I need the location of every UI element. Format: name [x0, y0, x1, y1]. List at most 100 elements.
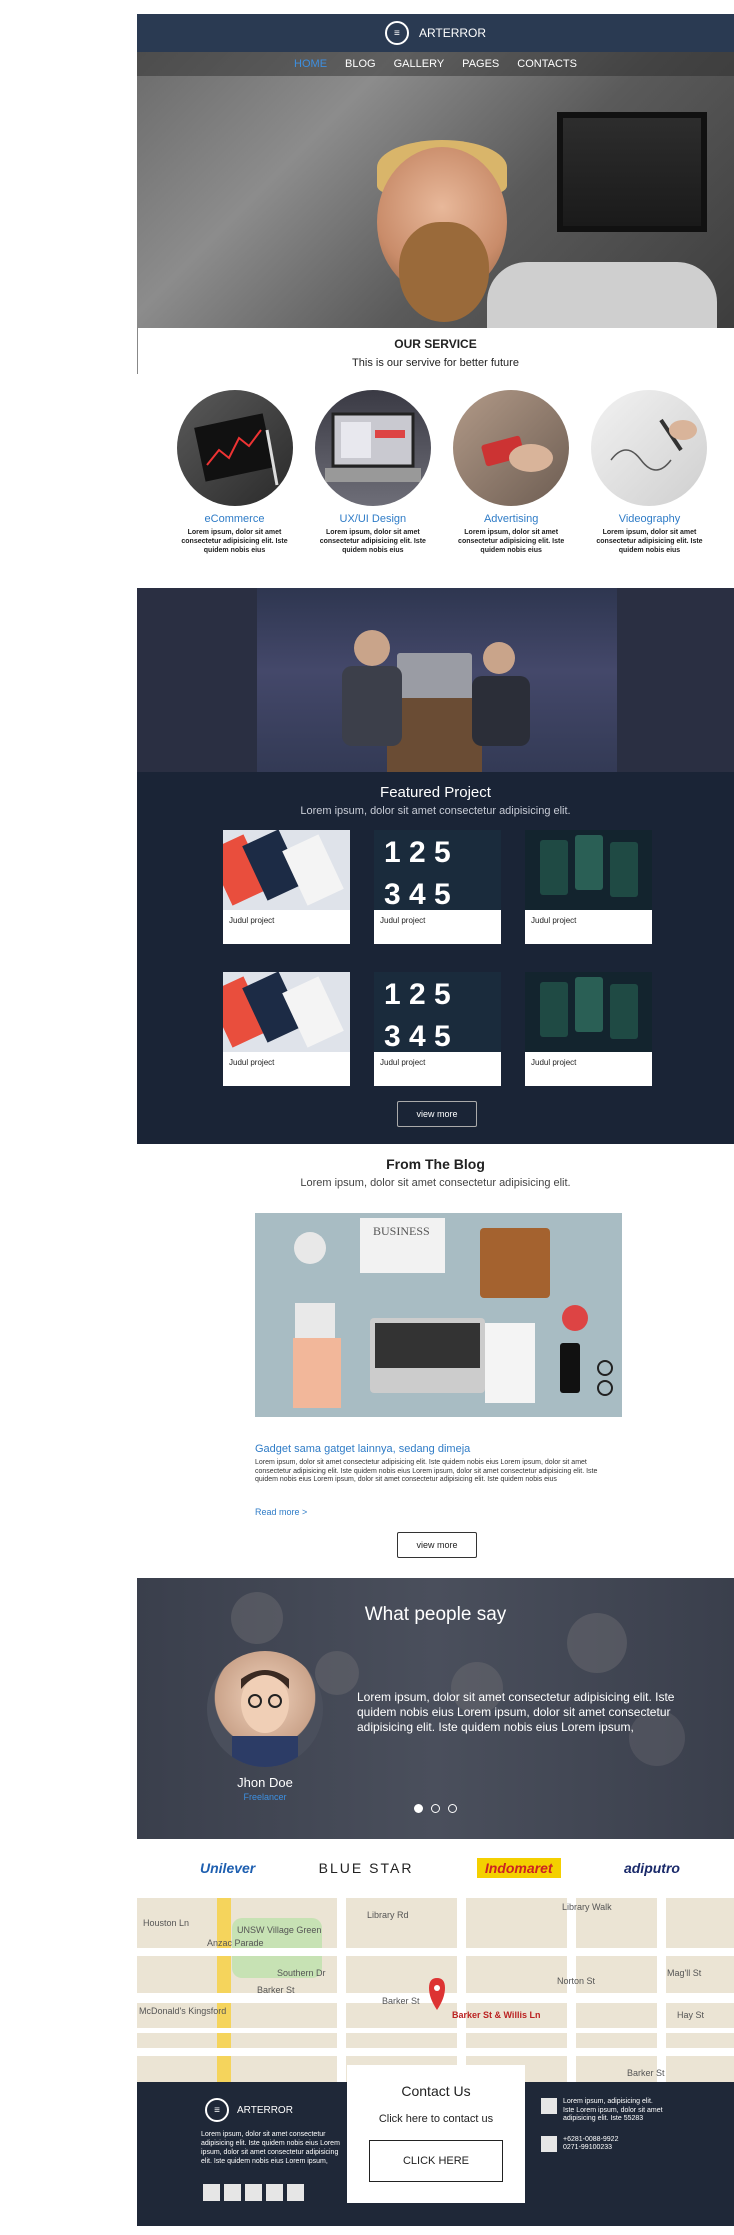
monitor: [557, 112, 707, 232]
service-name: Advertising: [483, 513, 539, 525]
social-icons: [203, 2184, 304, 2201]
social-icon[interactable]: [203, 2184, 220, 2201]
project-card[interactable]: Judul project: [223, 830, 350, 944]
map-marker-label: Barker St & Willis Ln: [452, 2010, 541, 2020]
featured-title: Featured Project: [380, 784, 491, 801]
service-image-ecommerce: [176, 390, 293, 506]
testimonial-title: What people say: [364, 1604, 507, 1625]
svg-text:1 2 5: 1 2 5: [384, 978, 451, 1011]
testimonial-section: What people say Jhon Doe Freelancer Lore…: [137, 1578, 734, 1839]
testimonial-quote: Lorem ipsum, dolor sit amet consectetur …: [357, 1690, 675, 1734]
blog-title: From The Blog: [386, 1156, 485, 1172]
nav-gallery[interactable]: GALLERY: [394, 58, 445, 70]
testimonial-name: Jhon Doe: [237, 1775, 293, 1790]
business-newspaper-text: BUSINESS: [373, 1224, 430, 1238]
carousel-dot[interactable]: [431, 1804, 440, 1813]
project-thumbnail: 1 2 5 3 4 5: [374, 972, 501, 1052]
service-title: OUR SERVICE: [394, 337, 477, 351]
nav-contacts[interactable]: CONTACTS: [517, 58, 577, 70]
contact-button[interactable]: CLICK HERE: [369, 2140, 503, 2182]
logo-icon: ≡: [205, 2098, 229, 2122]
project-title: Judul project: [380, 916, 426, 925]
project-card[interactable]: Judul project: [223, 972, 350, 1086]
featured-subtitle: Lorem ipsum, dolor sit amet consectetur …: [300, 805, 571, 817]
street-label: Barker St: [257, 1985, 295, 1995]
street-label: Mag'll St: [667, 1968, 702, 1978]
brand-name[interactable]: ARTERROR: [419, 26, 486, 40]
footer-info: Lorem ipsum, adipisicing elit. Iste Lore…: [541, 2098, 663, 2165]
contact-box: Contact Us Click here to contact us CLIC…: [347, 2065, 525, 2203]
service-image-videography: [591, 390, 708, 506]
nav-blog[interactable]: BLOG: [345, 58, 376, 70]
footer-phones: +6281-0088-9922 0271-99100233: [563, 2135, 619, 2152]
project-card[interactable]: 1 2 5 3 4 5 Judul project: [374, 972, 501, 1086]
project-grid: Judul project 1 2 5 3 4 5 Judul project J…: [223, 830, 653, 1086]
location-map[interactable]: Houston Ln Anzac Parade UNSW Village Gre…: [137, 1898, 734, 2082]
carousel-dot[interactable]: [414, 1804, 423, 1813]
avatar: [207, 1651, 323, 1767]
service-desc: Lorem ipsum, dolor sit amet consectetur …: [181, 529, 288, 554]
street-label: McDonald's Kingsford: [139, 2006, 227, 2016]
service-desc: Lorem ipsum, dolor sit amet consectetur …: [319, 529, 426, 554]
brand-logo-indomaret: Indomaret: [476, 1858, 561, 1878]
nav-home[interactable]: HOME: [294, 58, 327, 70]
street-label: Barker St: [382, 1996, 420, 2006]
street-label: Houston Ln: [143, 1918, 190, 1928]
featured-view-more-button[interactable]: view more: [397, 1101, 477, 1127]
project-thumbnail: [525, 972, 652, 1052]
footer-brand: ARTERROR: [237, 2104, 293, 2116]
project-card[interactable]: Judul project: [525, 830, 652, 944]
blog-view-more-button[interactable]: view more: [397, 1532, 477, 1558]
street-label: Library Walk: [562, 1902, 612, 1912]
project-thumbnail: [525, 830, 652, 910]
project-thumbnail: [223, 830, 350, 910]
blog-post-body: Lorem ipsum, dolor sit amet consectetur …: [255, 1459, 598, 1483]
street-label: Library Rd: [367, 1910, 409, 1920]
nav-pages[interactable]: PAGES: [462, 58, 499, 70]
project-thumbnail: [223, 972, 350, 1052]
main-nav: HOME BLOG GALLERY PAGES CONTACTS: [137, 52, 734, 76]
read-more-link[interactable]: Read more >: [255, 1507, 307, 1517]
svg-text:3 4 5: 3 4 5: [384, 1020, 451, 1052]
service-name: eCommerce: [204, 513, 265, 525]
service-item[interactable]: eCommerce Lorem ipsum, dolor sit amet co…: [172, 390, 297, 555]
carousel-dot[interactable]: [448, 1804, 457, 1813]
service-desc: Lorem ipsum, dolor sit amet consectetur …: [458, 529, 565, 554]
project-card[interactable]: Judul project: [525, 972, 652, 1086]
social-icon[interactable]: [224, 2184, 241, 2201]
service-item[interactable]: Advertising Lorem ipsum, dolor sit amet …: [449, 390, 574, 555]
brand-logo-bluestar: BLUE STAR: [318, 1860, 414, 1876]
project-thumbnail: 1 2 5 3 4 5: [374, 830, 501, 910]
service-name: UX/UI Design: [339, 513, 407, 525]
brand-logos: Unilever BLUE STAR Indomaret adiputro: [200, 1850, 680, 1886]
logo-icon[interactable]: ≡: [384, 21, 409, 45]
service-name: Videography: [618, 513, 681, 525]
footer-logo[interactable]: ≡ ARTERROR: [205, 2098, 293, 2122]
contact-subtitle: Click here to contact us: [378, 2113, 494, 2125]
testimonial-role: Freelancer: [243, 1792, 287, 1802]
street-label: Southern Dr: [277, 1968, 326, 1978]
project-title: Judul project: [229, 1058, 275, 1067]
blog-post-title[interactable]: Gadget sama gatget lainnya, sedang dimej…: [255, 1443, 622, 1455]
blog-image[interactable]: BUSINESS: [255, 1213, 622, 1417]
brand-logo-adiputro: adiputro: [623, 1860, 680, 1876]
featured-section: Featured Project Lorem ipsum, dolor sit …: [137, 772, 734, 1144]
site-header: ≡ ARTERROR: [137, 14, 734, 52]
footer: ≡ ARTERROR Lorem ipsum, dolor sit amet c…: [137, 2065, 734, 2226]
project-card[interactable]: 1 2 5 3 4 5 Judul project: [374, 830, 501, 944]
hero-image: HOME BLOG GALLERY PAGES CONTACTS: [137, 52, 734, 328]
blog-subtitle: Lorem ipsum, dolor sit amet consectetur …: [300, 1177, 571, 1189]
social-icon[interactable]: [287, 2184, 304, 2201]
service-list: eCommerce Lorem ipsum, dolor sit amet co…: [172, 390, 712, 555]
project-title: Judul project: [380, 1058, 426, 1067]
svg-text:1 2 5: 1 2 5: [384, 836, 451, 869]
service-image-uxui: [314, 390, 431, 506]
social-icon[interactable]: [245, 2184, 262, 2201]
social-icon[interactable]: [266, 2184, 283, 2201]
street-label: Anzac Parade: [207, 1938, 264, 1948]
service-item[interactable]: UX/UI Design Lorem ipsum, dolor sit amet…: [310, 390, 435, 555]
project-title: Judul project: [531, 1058, 577, 1067]
project-title: Judul project: [531, 916, 577, 925]
service-item[interactable]: Videography Lorem ipsum, dolor sit amet …: [587, 390, 712, 555]
street-label: Hay St: [677, 2010, 705, 2020]
